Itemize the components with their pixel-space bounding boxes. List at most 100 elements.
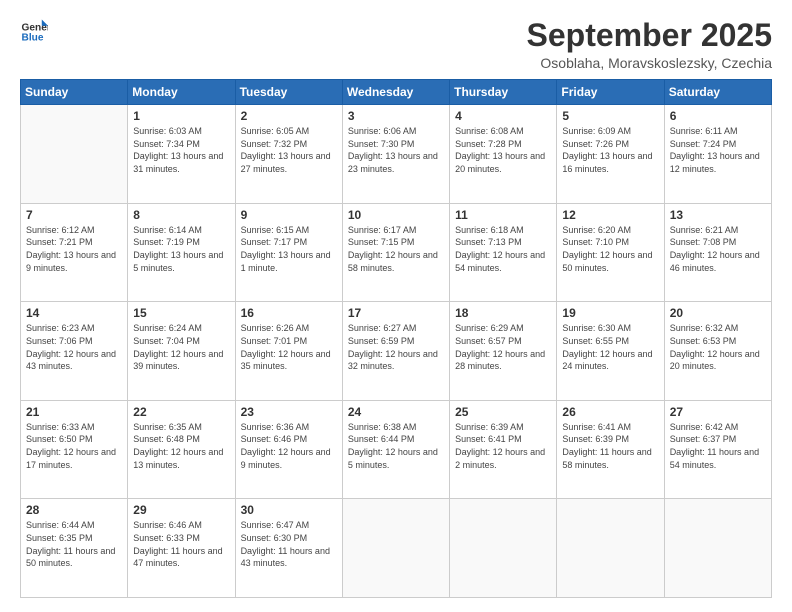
day-cell: 15 Sunrise: 6:24 AM Sunset: 7:04 PM Dayli… [128, 302, 235, 401]
day-number: 2 [241, 109, 337, 123]
day-cell: 9 Sunrise: 6:15 AM Sunset: 7:17 PM Daylig… [235, 203, 342, 302]
weekday-header-saturday: Saturday [664, 80, 771, 105]
day-cell: 27Sunrise: 6:42 AM Sunset: 6:37 PM Dayli… [664, 400, 771, 499]
day-info: Sunrise: 6:03 AM Sunset: 7:34 PM Dayligh… [133, 125, 229, 175]
day-cell [21, 105, 128, 204]
day-number: 13 [670, 208, 766, 222]
day-info: Sunrise: 6:39 AM Sunset: 6:41 PM Dayligh… [455, 421, 551, 471]
day-cell: 14Sunrise: 6:23 AM Sunset: 7:06 PM Dayli… [21, 302, 128, 401]
weekday-header-row: SundayMondayTuesdayWednesdayThursdayFrid… [21, 80, 772, 105]
day-info: Sunrise: 6:30 AM Sunset: 6:55 PM Dayligh… [562, 322, 658, 372]
page-header: General Blue September 2025 Osoblaha, Mo… [20, 18, 772, 71]
day-number: 12 [562, 208, 658, 222]
day-cell: 10 Sunrise: 6:17 AM Sunset: 7:15 PM Dayli… [342, 203, 449, 302]
day-cell: 12Sunrise: 6:20 AM Sunset: 7:10 PM Dayli… [557, 203, 664, 302]
day-cell: 8 Sunrise: 6:14 AM Sunset: 7:19 PM Daylig… [128, 203, 235, 302]
day-info: Sunrise: 6:08 AM Sunset: 7:28 PM Dayligh… [455, 125, 551, 175]
day-number: 7 [26, 208, 122, 222]
day-number: 24 [348, 405, 444, 419]
day-info: Sunrise: 6:12 AM Sunset: 7:21 PM Dayligh… [26, 224, 122, 274]
day-number: 8 [133, 208, 229, 222]
day-number: 18 [455, 306, 551, 320]
weekday-header-wednesday: Wednesday [342, 80, 449, 105]
weekday-header-monday: Monday [128, 80, 235, 105]
day-cell: 29 Sunrise: 6:46 AM Sunset: 6:33 PM Dayli… [128, 499, 235, 598]
day-info: Sunrise: 6:29 AM Sunset: 6:57 PM Dayligh… [455, 322, 551, 372]
title-block: September 2025 Osoblaha, Moravskoslezsky… [527, 18, 772, 71]
day-cell: 4 Sunrise: 6:08 AM Sunset: 7:28 PM Daylig… [450, 105, 557, 204]
day-cell: 11Sunrise: 6:18 AM Sunset: 7:13 PM Dayli… [450, 203, 557, 302]
day-number: 30 [241, 503, 337, 517]
day-info: Sunrise: 6:24 AM Sunset: 7:04 PM Dayligh… [133, 322, 229, 372]
day-number: 29 [133, 503, 229, 517]
week-row-1: 1 Sunrise: 6:03 AM Sunset: 7:34 PM Daylig… [21, 105, 772, 204]
day-number: 16 [241, 306, 337, 320]
day-cell: 18 Sunrise: 6:29 AM Sunset: 6:57 PM Dayli… [450, 302, 557, 401]
day-info: Sunrise: 6:15 AM Sunset: 7:17 PM Dayligh… [241, 224, 337, 274]
month-title: September 2025 [527, 18, 772, 53]
day-number: 27 [670, 405, 766, 419]
day-info: Sunrise: 6:26 AM Sunset: 7:01 PM Dayligh… [241, 322, 337, 372]
week-row-4: 21 Sunrise: 6:33 AM Sunset: 6:50 PM Dayli… [21, 400, 772, 499]
day-number: 3 [348, 109, 444, 123]
day-info: Sunrise: 6:09 AM Sunset: 7:26 PM Dayligh… [562, 125, 658, 175]
day-info: Sunrise: 6:46 AM Sunset: 6:33 PM Dayligh… [133, 519, 229, 569]
day-number: 22 [133, 405, 229, 419]
day-info: Sunrise: 6:44 AM Sunset: 6:35 PM Dayligh… [26, 519, 122, 569]
weekday-header-tuesday: Tuesday [235, 80, 342, 105]
day-cell: 21 Sunrise: 6:33 AM Sunset: 6:50 PM Dayli… [21, 400, 128, 499]
day-cell: 30 Sunrise: 6:47 AM Sunset: 6:30 PM Dayli… [235, 499, 342, 598]
day-number: 4 [455, 109, 551, 123]
day-number: 9 [241, 208, 337, 222]
day-cell: 7 Sunrise: 6:12 AM Sunset: 7:21 PM Daylig… [21, 203, 128, 302]
location: Osoblaha, Moravskoslezsky, Czechia [527, 55, 772, 71]
day-cell: 13 Sunrise: 6:21 AM Sunset: 7:08 PM Dayli… [664, 203, 771, 302]
day-number: 5 [562, 109, 658, 123]
weekday-header-friday: Friday [557, 80, 664, 105]
day-cell: 24 Sunrise: 6:38 AM Sunset: 6:44 PM Dayli… [342, 400, 449, 499]
day-number: 15 [133, 306, 229, 320]
day-number: 11 [455, 208, 551, 222]
day-number: 21 [26, 405, 122, 419]
day-cell: 6Sunrise: 6:11 AM Sunset: 7:24 PM Daylig… [664, 105, 771, 204]
day-cell: 22 Sunrise: 6:35 AM Sunset: 6:48 PM Dayli… [128, 400, 235, 499]
day-info: Sunrise: 6:47 AM Sunset: 6:30 PM Dayligh… [241, 519, 337, 569]
calendar-page: General Blue September 2025 Osoblaha, Mo… [0, 0, 792, 612]
day-cell: 26Sunrise: 6:41 AM Sunset: 6:39 PM Dayli… [557, 400, 664, 499]
day-cell: 3 Sunrise: 6:06 AM Sunset: 7:30 PM Daylig… [342, 105, 449, 204]
week-row-2: 7 Sunrise: 6:12 AM Sunset: 7:21 PM Daylig… [21, 203, 772, 302]
logo-icon: General Blue [20, 18, 48, 46]
day-cell [450, 499, 557, 598]
day-info: Sunrise: 6:05 AM Sunset: 7:32 PM Dayligh… [241, 125, 337, 175]
day-cell: 28 Sunrise: 6:44 AM Sunset: 6:35 PM Dayli… [21, 499, 128, 598]
day-number: 10 [348, 208, 444, 222]
day-number: 23 [241, 405, 337, 419]
day-info: Sunrise: 6:33 AM Sunset: 6:50 PM Dayligh… [26, 421, 122, 471]
day-cell [664, 499, 771, 598]
day-number: 25 [455, 405, 551, 419]
day-number: 20 [670, 306, 766, 320]
day-info: Sunrise: 6:21 AM Sunset: 7:08 PM Dayligh… [670, 224, 766, 274]
day-info: Sunrise: 6:17 AM Sunset: 7:15 PM Dayligh… [348, 224, 444, 274]
day-cell: 2 Sunrise: 6:05 AM Sunset: 7:32 PM Daylig… [235, 105, 342, 204]
day-cell: 1 Sunrise: 6:03 AM Sunset: 7:34 PM Daylig… [128, 105, 235, 204]
day-number: 1 [133, 109, 229, 123]
day-info: Sunrise: 6:32 AM Sunset: 6:53 PM Dayligh… [670, 322, 766, 372]
day-info: Sunrise: 6:11 AM Sunset: 7:24 PM Dayligh… [670, 125, 766, 175]
day-info: Sunrise: 6:06 AM Sunset: 7:30 PM Dayligh… [348, 125, 444, 175]
day-info: Sunrise: 6:14 AM Sunset: 7:19 PM Dayligh… [133, 224, 229, 274]
day-cell: 25 Sunrise: 6:39 AM Sunset: 6:41 PM Dayli… [450, 400, 557, 499]
day-number: 19 [562, 306, 658, 320]
day-info: Sunrise: 6:35 AM Sunset: 6:48 PM Dayligh… [133, 421, 229, 471]
day-cell: 16 Sunrise: 6:26 AM Sunset: 7:01 PM Dayli… [235, 302, 342, 401]
weekday-header-thursday: Thursday [450, 80, 557, 105]
day-cell: 20 Sunrise: 6:32 AM Sunset: 6:53 PM Dayli… [664, 302, 771, 401]
day-info: Sunrise: 6:41 AM Sunset: 6:39 PM Dayligh… [562, 421, 658, 471]
day-cell: 5 Sunrise: 6:09 AM Sunset: 7:26 PM Daylig… [557, 105, 664, 204]
day-cell [557, 499, 664, 598]
day-info: Sunrise: 6:38 AM Sunset: 6:44 PM Dayligh… [348, 421, 444, 471]
day-number: 17 [348, 306, 444, 320]
day-number: 28 [26, 503, 122, 517]
calendar-table: SundayMondayTuesdayWednesdayThursdayFrid… [20, 79, 772, 598]
day-number: 14 [26, 306, 122, 320]
